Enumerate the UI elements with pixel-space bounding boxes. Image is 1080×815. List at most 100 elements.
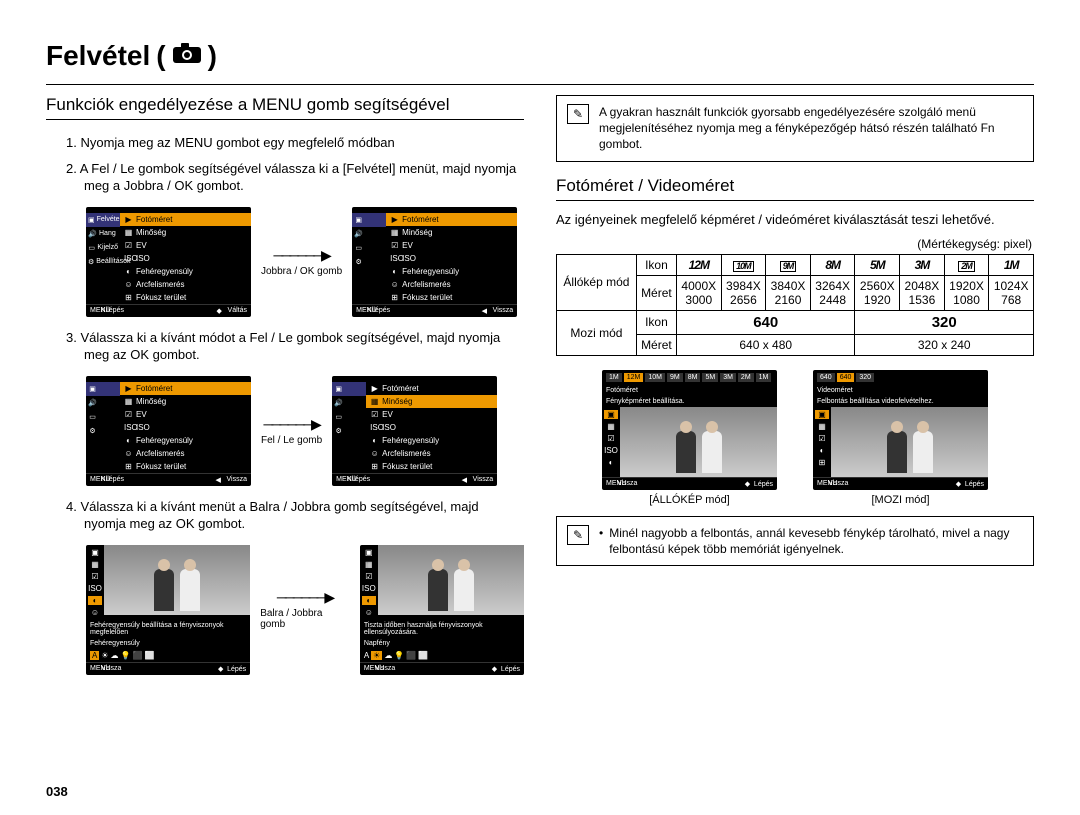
right-column: ✎ A gyakran használt funkciók gyorsabb e… <box>556 95 1034 795</box>
menu-item-iso: ISOISO <box>120 252 251 265</box>
arrow-label: Jobbra / OK gomb <box>261 266 342 277</box>
icon-9m: 9M <box>766 254 811 275</box>
menu-item-ev: ☑EV <box>120 239 251 252</box>
bar-5m: 5M <box>702 373 718 382</box>
wb-screen-b: ▣▦☑ISO◐☺ Tiszta időben használja fényvis… <box>360 545 524 675</box>
right-intro: Az igényeinek megfelelő képméret / videó… <box>556 211 1034 229</box>
icon-5m: 5M <box>855 254 900 275</box>
wb-icon: ◐ <box>124 267 133 276</box>
gear-icon: ⚙ <box>88 258 94 266</box>
sound-icon: 🔊 <box>88 230 97 238</box>
menu-item-feher: ◐Fehéregyensúly <box>120 265 251 278</box>
bar-9m: 9M <box>667 373 683 382</box>
arrow-right-ok: ──────▶ Jobbra / OK gomb <box>261 247 342 277</box>
callout-resolution: ✎ •Minél nagyobb a felbontás, annál keve… <box>556 516 1034 566</box>
camera-menu-a: ▣Felvétel 🔊Hang ▭Kijelző ⚙Beállítások ▶F… <box>86 207 251 317</box>
left-section-head: Funkciók engedélyezése a MENU gomb segít… <box>46 95 524 120</box>
bar-2m: 2M <box>738 373 754 382</box>
play-icon: ▶ <box>124 215 133 224</box>
size-2m: 1920X1080 <box>944 275 989 310</box>
menu-exit: MENU Kilépés <box>90 307 124 315</box>
icon-3m: 3M <box>900 254 945 275</box>
iso-icon: ISO <box>124 254 133 263</box>
ev-icon: ☑ <box>124 241 133 250</box>
col-icon: Ikon <box>636 254 676 275</box>
movie-mode-fig: 640 640 320 Videoméret Felbontás beállít… <box>813 370 988 506</box>
menu-item-arc: ☺Arcfelismerés <box>120 278 251 291</box>
mbar-640a: 640 <box>817 373 835 382</box>
bar-8m: 8M <box>685 373 701 382</box>
arrow-updown: ──────▶ Fel / Le gomb <box>261 416 322 446</box>
menu-item-minoseg: ▦Minőség <box>120 226 251 239</box>
grid-icon: ▦ <box>124 228 133 237</box>
title-rule <box>46 84 1034 85</box>
unit-label: (Mértékegység: pixel) <box>556 237 1032 251</box>
size-table: Állókép mód Ikon 12M 10M 9M 8M 5M 3M 2M … <box>556 254 1034 356</box>
focus-icon: ⊞ <box>124 293 133 302</box>
callout2-text: Minél nagyobb a felbontás, annál keveseb… <box>609 525 1023 557</box>
camera-icon <box>172 42 202 71</box>
note-icon: ✎ <box>567 104 589 124</box>
bar-1m: 1M <box>606 373 622 382</box>
step-1: 1. Nyomja meg az MENU gombot egy megfele… <box>66 134 524 152</box>
camera-menu-c: ▣🔊▭⚙ ▶Fotóméret ▦Minőség ☑EV ISOISO ◐Feh… <box>86 376 251 486</box>
arrow-label: Balra / Jobbra gomb <box>260 608 350 630</box>
still-mode-label-text: [ÁLLÓKÉP mód] <box>649 494 730 506</box>
menu-tab-hang: 🔊Hang <box>86 227 120 241</box>
still-mode-fig: 1M 12M 10M 9M 8M 5M 3M 2M 1M Fotóméret F… <box>602 370 777 506</box>
camera-menu-b: ▣ 🔊 ▭ ⚙ ▶Fotóméret ▦Minőség ☑EV ISOISO ◐… <box>352 207 517 317</box>
arrow-label: Fel / Le gomb <box>261 435 322 446</box>
camera-icon: ▣ <box>354 216 363 224</box>
movie-size-640: 640 x 480 <box>676 334 855 355</box>
bar-10m: 10M <box>645 373 665 382</box>
wb-screen-a: ▣▦☑ISO◐☺ Fehéregyensúly beállítása a fén… <box>86 545 250 675</box>
icon-2m: 2M <box>944 254 989 275</box>
movie-size-320: 320 x 240 <box>855 334 1034 355</box>
bar-3m: 3M <box>720 373 736 382</box>
menu-button-icon: MENU <box>90 307 99 314</box>
right-section-head: Fotóméret / Videoméret <box>556 176 1034 201</box>
mode-preview-figs: 1M 12M 10M 9M 8M 5M 3M 2M 1M Fotóméret F… <box>556 370 1034 506</box>
camera-menu-d: ▣🔊▭⚙ ▶Fotóméret ▦Minőség ☑EV ISOISO ◐Feh… <box>332 376 497 486</box>
display-icon: ▭ <box>354 244 363 252</box>
menu-item-fokusz: ⊞Fókusz terület <box>120 291 251 304</box>
size-8m: 3264X2448 <box>810 275 855 310</box>
left-column: Funkciók engedélyezése a MENU gomb segít… <box>46 95 524 795</box>
menu-tab-felvetel: ▣Felvétel <box>86 213 120 227</box>
menu-tab-sel-icon: ▣ <box>352 213 386 227</box>
col-size: Méret <box>636 275 676 310</box>
bar-1m-b: 1M <box>756 373 772 382</box>
open-paren: ( <box>156 40 165 72</box>
page-number: 038 <box>46 784 68 799</box>
step-2: 2. A Fel / Le gombok segítségével válass… <box>66 160 524 195</box>
movie-mode-label-text: [MOZI mód] <box>871 494 929 506</box>
icon-12m: 12M <box>676 254 721 275</box>
display-icon: ▭ <box>88 244 95 252</box>
size-5m: 2560X1920 <box>855 275 900 310</box>
size-1m: 1024X768 <box>989 275 1034 310</box>
gear-icon: ⚙ <box>354 258 363 266</box>
menu-tab-kijelzo: ▭Kijelző <box>86 241 120 255</box>
movie-icon-640: 640 <box>676 310 855 334</box>
callout-text: A gyakran használt funkciók gyorsabb eng… <box>599 104 1023 153</box>
close-paren: ) <box>208 40 217 72</box>
step-3: 3. Válassza ki a kívánt módot a Fel / Le… <box>66 329 524 364</box>
step2-figures: ▣Felvétel 🔊Hang ▭Kijelző ⚙Beállítások ▶F… <box>86 207 524 317</box>
still-mode-label: Állókép mód <box>557 254 637 310</box>
size-3m: 2048X1536 <box>900 275 945 310</box>
mbar-640b: 640 <box>837 373 855 382</box>
movie-icon-320: 320 <box>855 310 1034 334</box>
menu-item-fotomeret: ▶Fotóméret <box>120 213 251 226</box>
menu-shift: ◆ Váltás <box>217 307 247 315</box>
arrow-icon: ──────▶ <box>263 416 319 433</box>
sound-icon: 🔊 <box>354 230 363 238</box>
step4-figures: ▣▦☑ISO◐☺ Fehéregyensúly beállítása a fén… <box>86 545 524 675</box>
menu-tab-beallitasok: ⚙Beállítások <box>86 255 120 269</box>
page-title-text: Felvétel <box>46 40 150 72</box>
icon-10m: 10M <box>721 254 766 275</box>
movie-mode-label: Mozi mód <box>557 310 637 355</box>
step-4: 4. Válassza ki a kívánt menüt a Balra / … <box>66 498 524 533</box>
step3-figures: ▣🔊▭⚙ ▶Fotóméret ▦Minőség ☑EV ISOISO ◐Feh… <box>86 376 524 486</box>
page-title: Felvétel ( ) <box>46 40 1034 72</box>
nav-icon: ◆ <box>217 307 226 315</box>
